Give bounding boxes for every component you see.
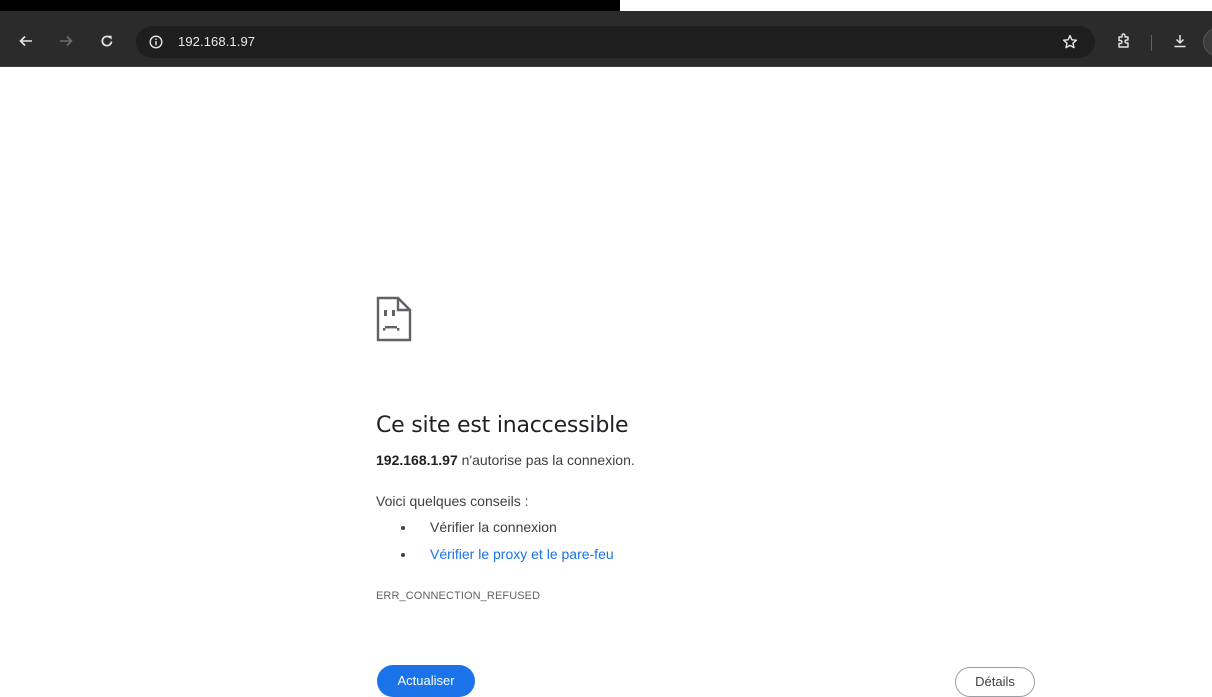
address-bar[interactable]: 192.168.1.97: [136, 26, 1095, 58]
download-icon[interactable]: [1166, 27, 1194, 55]
tab-strip: [0, 0, 620, 11]
tip-link-label[interactable]: Vérifier le proxy et le pare-feu: [430, 546, 614, 562]
error-title: Ce site est inaccessible: [376, 412, 629, 438]
extensions-icon[interactable]: [1110, 27, 1138, 55]
error-host: 192.168.1.97: [376, 452, 458, 468]
error-code: ERR_CONNECTION_REFUSED: [376, 590, 541, 602]
profile-avatar[interactable]: [1203, 28, 1212, 56]
tip-label: Vérifier la connexion: [430, 519, 557, 535]
reload-button[interactable]: [93, 27, 121, 55]
tips-list: Vérifier la connexion Vérifier le proxy …: [376, 514, 614, 568]
bookmark-star-icon[interactable]: [1059, 31, 1081, 53]
tip-check-connection: Vérifier la connexion: [376, 514, 614, 541]
toolbar-divider: [1151, 35, 1152, 51]
back-arrow-icon: [19, 35, 32, 47]
back-button[interactable]: [12, 27, 40, 55]
browser-toolbar: 192.168.1.97: [0, 11, 1212, 67]
tips-heading: Voici quelques conseils :: [376, 493, 529, 509]
site-info-icon[interactable]: [144, 30, 168, 54]
details-button[interactable]: Détails: [955, 667, 1035, 697]
reload-icon: [101, 35, 113, 47]
url-text[interactable]: 192.168.1.97: [178, 34, 255, 49]
error-message: 192.168.1.97 n'autorise pas la connexion…: [376, 452, 635, 468]
sad-document-icon: [376, 296, 412, 342]
browser-window: 192.168.1.97 Ce site est inaccessible 19…: [0, 0, 1212, 697]
error-message-text: n'autorise pas la connexion.: [457, 452, 635, 468]
forward-arrow-icon: [60, 35, 73, 47]
forward-button[interactable]: [52, 27, 80, 55]
reload-page-button[interactable]: Actualiser: [377, 665, 475, 697]
tip-check-proxy-firewall[interactable]: Vérifier le proxy et le pare-feu: [376, 541, 614, 568]
